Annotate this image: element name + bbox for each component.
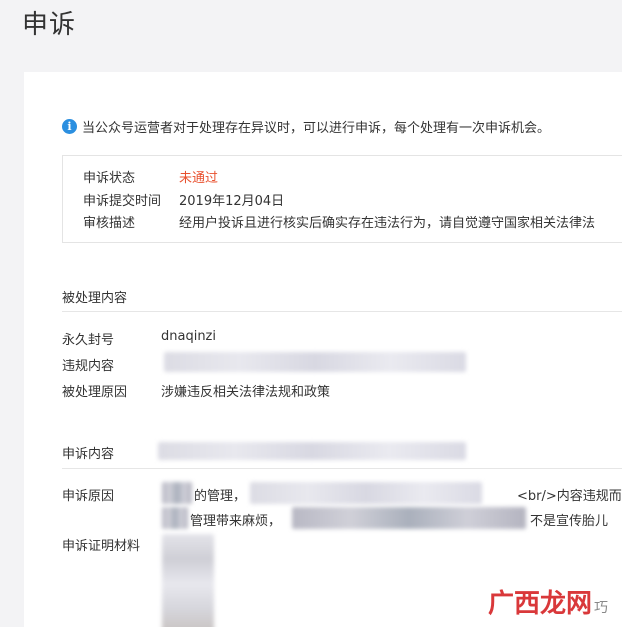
info-icon: i bbox=[62, 118, 77, 134]
appeal-reason-line1-a: 的管理， bbox=[194, 489, 247, 504]
status-value: 未通过 bbox=[179, 171, 219, 186]
page-title: 申诉 bbox=[22, 10, 77, 40]
watermark: 广西龙网 巧 bbox=[488, 591, 608, 617]
violation-label: 违规内容 bbox=[62, 359, 115, 374]
notice-text: 当公众号运营者对于处理存在异议时，可以进行申诉，每个处理有一次申诉机会。 bbox=[82, 120, 551, 136]
review-label: 审核描述 bbox=[83, 216, 136, 231]
submit-time-label: 申诉提交时间 bbox=[83, 194, 162, 209]
redacted-block bbox=[162, 482, 192, 504]
review-value: 经用户投诉且进行核实后确实存在违法行为，请自觉遵守国家相关法律法 bbox=[179, 216, 596, 231]
status-label: 申诉状态 bbox=[83, 171, 136, 186]
status-row: 申诉状态 未通过 bbox=[83, 167, 218, 186]
appeal-reason-line1-b: <br/>内容违规而 bbox=[517, 489, 622, 504]
processed-reason-value: 涉嫌违反相关法律法规和政策 bbox=[161, 385, 331, 400]
appeal-reason-line2-b: 不是宣传胎儿 bbox=[530, 514, 609, 529]
ban-row: 永久封号 dnaqinzi bbox=[62, 329, 216, 348]
appeal-content-redacted bbox=[158, 442, 466, 460]
ban-label: 永久封号 bbox=[62, 333, 115, 348]
appeal-reason-label: 申诉原因 bbox=[62, 489, 115, 504]
appeal-section-title: 申诉内容 bbox=[62, 447, 115, 462]
violation-row: 违规内容 bbox=[62, 355, 161, 374]
watermark-sub: 巧 bbox=[594, 600, 608, 616]
processed-divider bbox=[62, 311, 622, 312]
submit-time-value: 2019年12月04日 bbox=[179, 194, 285, 209]
redacted-block bbox=[162, 507, 188, 529]
redacted-block bbox=[250, 482, 482, 504]
notice-bar: i 当公众号运营者对于处理存在异议时，可以进行申诉，每个处理有一次申诉机会。 bbox=[62, 116, 550, 136]
ban-value: dnaqinzi bbox=[161, 329, 216, 344]
submit-time-row: 申诉提交时间 2019年12月04日 bbox=[83, 190, 284, 209]
evidence-thumbnail-redacted[interactable] bbox=[162, 534, 214, 627]
reason-row: 被处理原因 涉嫌违反相关法律法规和政策 bbox=[62, 381, 330, 400]
appeal-divider bbox=[62, 468, 622, 469]
violation-content-redacted bbox=[164, 352, 466, 372]
watermark-logo: 广西龙网 bbox=[487, 589, 592, 619]
evidence-label: 申诉证明材料 bbox=[62, 539, 141, 554]
processed-reason-label: 被处理原因 bbox=[62, 385, 128, 400]
status-box: 申诉状态 未通过 申诉提交时间 2019年12月04日 审核描述 经用户投诉且进… bbox=[62, 155, 622, 243]
redacted-block bbox=[292, 507, 526, 529]
appeal-page: 申诉 i 当公众号运营者对于处理存在异议时，可以进行申诉，每个处理有一次申诉机会… bbox=[0, 0, 622, 627]
appeal-card: i 当公众号运营者对于处理存在异议时，可以进行申诉，每个处理有一次申诉机会。 申… bbox=[24, 72, 622, 627]
appeal-reason-line2-a: 管理带来麻烦， bbox=[190, 514, 282, 529]
processed-section-title: 被处理内容 bbox=[62, 291, 128, 306]
review-row: 审核描述 经用户投诉且进行核实后确实存在违法行为，请自觉遵守国家相关法律法 bbox=[83, 212, 595, 231]
